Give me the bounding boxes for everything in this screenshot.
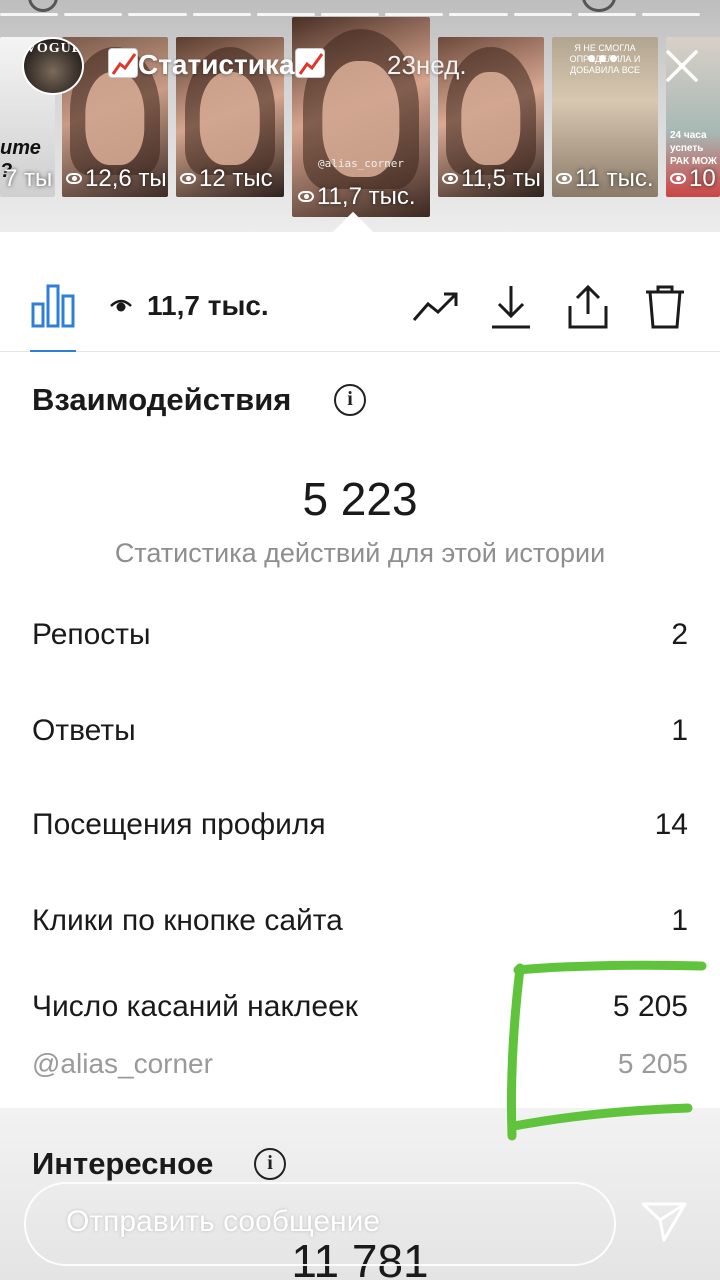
send-icon[interactable] [640, 1198, 688, 1244]
thumbnail-overlay-text: 24 часа успеть РАК МОЖ [670, 130, 717, 167]
thumbnail-views: 10 [670, 165, 716, 193]
eye-icon [670, 173, 686, 184]
active-tab-indicator [30, 350, 76, 352]
row-value-replies: 1 [671, 714, 688, 747]
row-label-profile-visits: Посещения профиля [32, 808, 326, 841]
avatar-logo-text: VOGUE [26, 41, 83, 56]
reply-placeholder: Отправить сообщение [66, 1205, 381, 1238]
row-value-profile-visits: 14 [654, 808, 688, 841]
interactions-total: 5 223 [302, 473, 418, 525]
green-highlight-bracket [506, 960, 707, 1141]
row-label-replies: Ответы [32, 714, 136, 747]
chart-emoji-icon [108, 48, 138, 78]
sticker-detail-label: @alias_corner [32, 1048, 213, 1079]
insights-tabbar: 11,7 тыс. [0, 232, 720, 352]
bar-chart-icon[interactable] [30, 282, 76, 328]
more-icon[interactable] [588, 55, 622, 67]
thumbnail-views: 11,7 тыс. [298, 183, 416, 211]
row-label-sticker-taps: Число касаний наклеек [32, 990, 358, 1023]
eye-icon [66, 173, 82, 184]
row-label-website-clicks: Клики по кнопке сайта [32, 904, 343, 937]
story-timestamp: 23нед. [387, 50, 467, 80]
row-value-reposts: 2 [671, 618, 688, 651]
eye-icon [556, 173, 572, 184]
avatar[interactable]: VOGUE [22, 37, 84, 95]
section-title-discovery: Интересное [32, 1146, 214, 1181]
story-title-text: Статистика [138, 49, 295, 80]
close-icon[interactable] [664, 48, 700, 84]
story-title: Статистика [108, 48, 325, 81]
eye-icon [110, 299, 132, 312]
story-thumbnail-selected[interactable]: @alias_corner 11,7 тыс. [292, 17, 430, 217]
eye-icon [442, 173, 458, 184]
download-icon[interactable] [490, 284, 532, 330]
view-count: 11,7 тыс. [147, 290, 269, 321]
row-value-website-clicks: 1 [671, 904, 688, 937]
trend-icon[interactable] [412, 290, 460, 324]
share-icon[interactable] [566, 284, 610, 330]
info-icon[interactable]: i [334, 384, 366, 416]
thumbnail-views: 12,6 ты [66, 165, 167, 193]
thumbnail-views: 12 тыс [180, 165, 273, 193]
chart-emoji-icon [294, 48, 325, 78]
thumbnail-views: 11,5 ты [442, 165, 541, 193]
eye-icon [298, 191, 314, 202]
eye-icon [180, 173, 196, 184]
interactions-caption: Статистика действий для этой истории [114, 538, 606, 568]
section-title-interactions: Взаимодействия [32, 382, 292, 417]
thumbnail-handle: @alias_corner [317, 157, 405, 170]
thumbnail-views: 11 тыс. [556, 165, 654, 193]
info-icon[interactable]: i [254, 1148, 286, 1180]
row-label-reposts: Репосты [32, 618, 151, 651]
thumbnail-views: 7 ты [4, 165, 53, 192]
trash-icon[interactable] [644, 284, 686, 330]
